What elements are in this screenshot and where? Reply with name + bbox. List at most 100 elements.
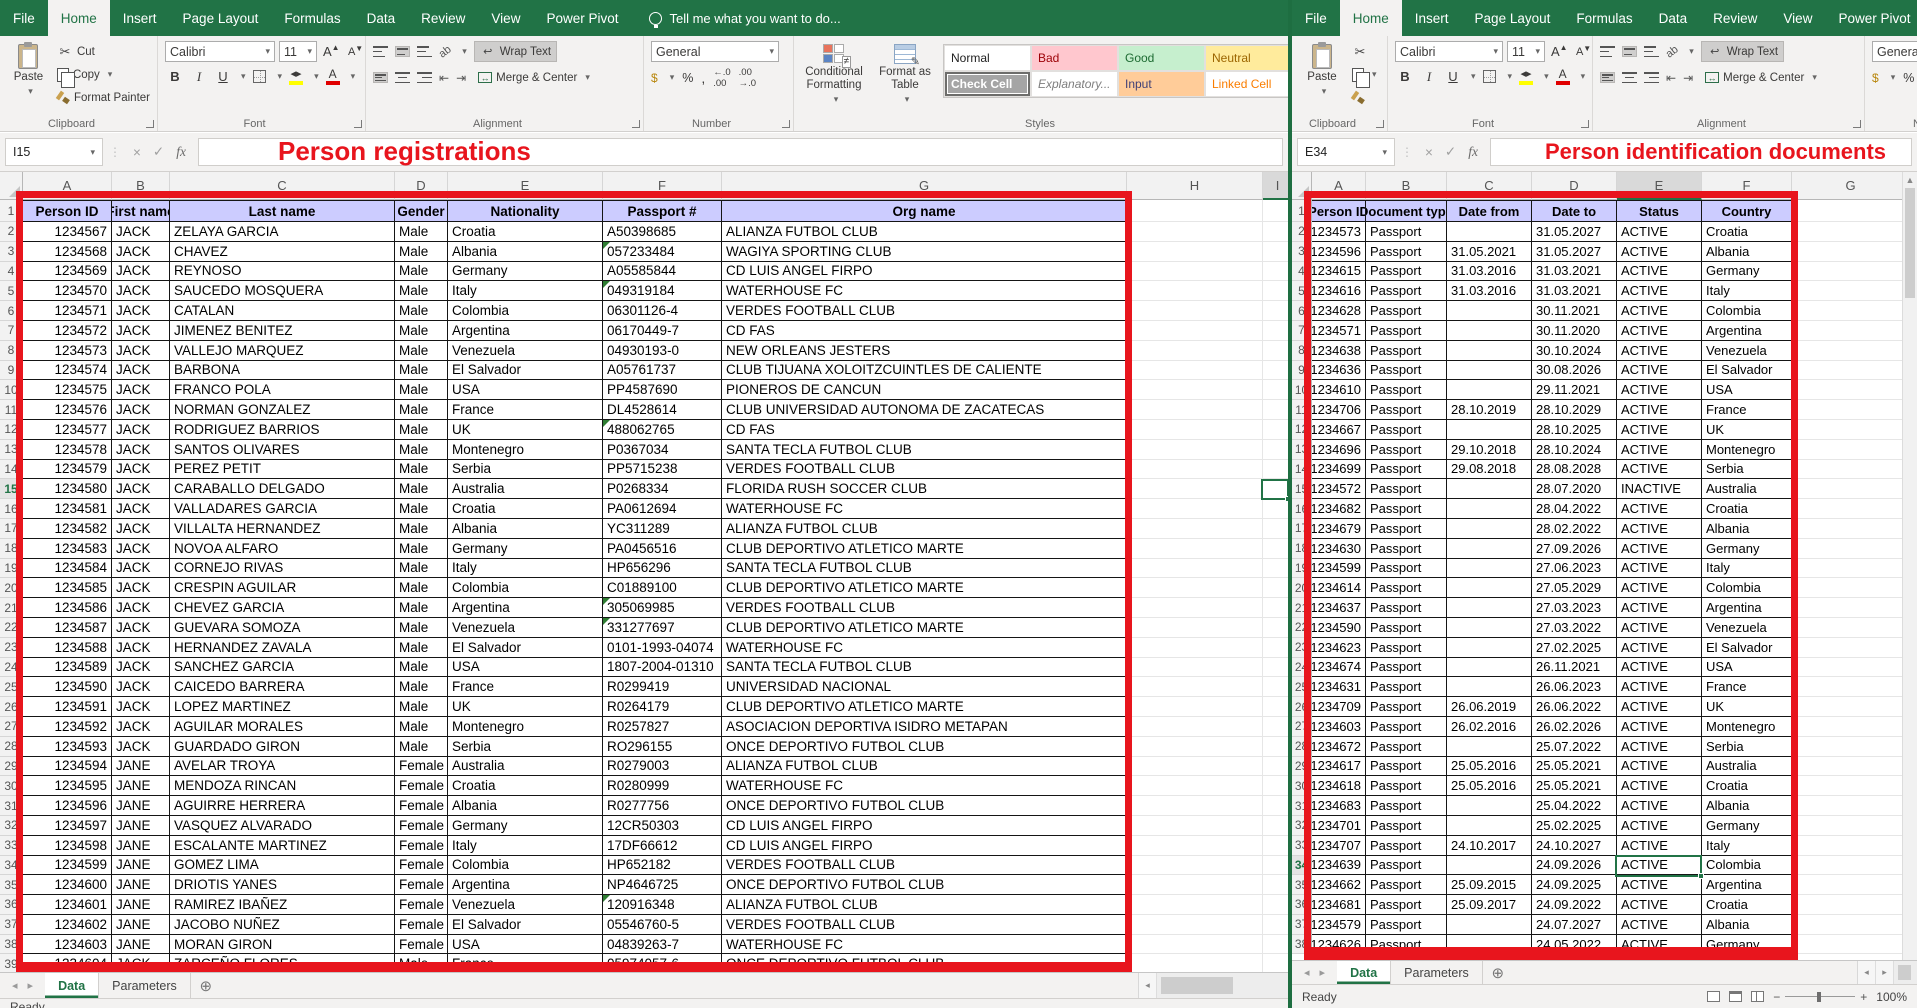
spreadsheet-cell[interactable]: WATERHOUSE FC bbox=[722, 638, 1127, 658]
row-number-11[interactable]: 11 bbox=[0, 400, 23, 420]
spreadsheet-cell[interactable]: MORAN GIRON bbox=[170, 935, 395, 955]
spreadsheet-cell[interactable]: 1234580 bbox=[23, 479, 112, 499]
row-number-13[interactable]: 13 bbox=[0, 440, 23, 460]
spreadsheet-cell[interactable]: 24.10.2027 bbox=[1532, 836, 1617, 856]
spreadsheet-cell[interactable]: SANTA TECLA FUTBOL CLUB bbox=[722, 440, 1127, 460]
spreadsheet-cell[interactable]: 30.08.2026 bbox=[1532, 361, 1617, 381]
empty-cell[interactable] bbox=[1263, 380, 1288, 400]
spreadsheet-cell[interactable]: ALIANZA FUTBOL CLUB bbox=[722, 757, 1127, 777]
empty-cell[interactable] bbox=[1127, 479, 1263, 499]
spreadsheet-cell[interactable]: JACK bbox=[112, 519, 170, 539]
row-number-8[interactable]: 8 bbox=[0, 341, 23, 361]
orientation-caret-icon[interactable]: ▾ bbox=[462, 46, 467, 57]
spreadsheet-cell[interactable] bbox=[1447, 361, 1532, 381]
new-sheet-button[interactable]: ⊕ bbox=[191, 973, 221, 998]
empty-cell[interactable] bbox=[1792, 697, 1910, 717]
empty-cell[interactable] bbox=[1792, 796, 1910, 816]
sheet-tab-data[interactable]: Data bbox=[45, 973, 99, 998]
empty-cell[interactable] bbox=[1263, 321, 1288, 341]
spreadsheet-cell[interactable]: 30.10.2024 bbox=[1532, 341, 1617, 361]
row-number-21[interactable]: 21 bbox=[1292, 598, 1312, 618]
spreadsheet-cell[interactable]: ACTIVE bbox=[1617, 796, 1702, 816]
spreadsheet-cell[interactable]: CRESPIN AGUILAR bbox=[170, 578, 395, 598]
empty-cell[interactable] bbox=[1792, 717, 1910, 737]
ribbon-tab-formulas[interactable]: Formulas bbox=[271, 0, 353, 36]
spreadsheet-cell[interactable]: JACK bbox=[112, 559, 170, 579]
spreadsheet-cell[interactable]: NP4646725 bbox=[603, 875, 722, 895]
scroll-up-icon[interactable]: ▲ bbox=[1903, 172, 1917, 188]
spreadsheet-cell[interactable]: ACTIVE bbox=[1617, 578, 1702, 598]
spreadsheet-cell[interactable]: 1234569 bbox=[23, 262, 112, 282]
clipboard-dialog-launcher[interactable] bbox=[1376, 120, 1384, 128]
spreadsheet-cell[interactable]: 24.09.2026 bbox=[1532, 856, 1617, 876]
spreadsheet-cell[interactable]: ASOCIACION DEPORTIVA ISIDRO METAPAN bbox=[722, 717, 1127, 737]
spreadsheet-cell[interactable] bbox=[1447, 559, 1532, 579]
spreadsheet-cell[interactable]: 0101-1993-04074 bbox=[603, 638, 722, 658]
wrap-text-button[interactable]: ↩ Wrap Text bbox=[1701, 41, 1784, 62]
spreadsheet-cell[interactable]: VERDES FOOTBALL CLUB bbox=[722, 460, 1127, 480]
empty-cell[interactable] bbox=[1792, 915, 1910, 935]
row-number-21[interactable]: 21 bbox=[0, 598, 23, 618]
empty-cell[interactable] bbox=[1263, 242, 1288, 262]
spreadsheet-cell[interactable]: ACTIVE bbox=[1617, 499, 1702, 519]
row-number-1[interactable]: 1 bbox=[0, 200, 23, 222]
spreadsheet-cell[interactable]: 06301126-4 bbox=[603, 301, 722, 321]
spreadsheet-cell[interactable]: Male bbox=[395, 222, 448, 242]
spreadsheet-cell[interactable]: Male bbox=[395, 578, 448, 598]
spreadsheet-cell[interactable]: Serbia bbox=[1702, 460, 1792, 480]
spreadsheet-cell[interactable] bbox=[1447, 321, 1532, 341]
spreadsheet-cell[interactable]: PP4587690 bbox=[603, 380, 722, 400]
spreadsheet-cell[interactable]: Passport bbox=[1366, 638, 1447, 658]
spreadsheet-cell[interactable]: Male bbox=[395, 361, 448, 381]
row-number-29[interactable]: 29 bbox=[1292, 757, 1312, 777]
empty-cell[interactable] bbox=[1127, 262, 1263, 282]
empty-cell[interactable] bbox=[1263, 578, 1288, 598]
spreadsheet-cell[interactable]: R0279003 bbox=[603, 757, 722, 777]
spreadsheet-cell[interactable] bbox=[1447, 638, 1532, 658]
column-header-cell[interactable]: Last name bbox=[170, 200, 395, 222]
spreadsheet-cell[interactable]: 1234672 bbox=[1312, 737, 1366, 757]
spreadsheet-cell[interactable]: Female bbox=[395, 796, 448, 816]
row-number-26[interactable]: 26 bbox=[1292, 697, 1312, 717]
row-number-20[interactable]: 20 bbox=[1292, 578, 1312, 598]
spreadsheet-cell[interactable]: ONCE DEPORTIVO FUTBOL CLUB bbox=[722, 737, 1127, 757]
spreadsheet-cell[interactable]: 1234601 bbox=[23, 895, 112, 915]
spreadsheet-cell[interactable]: Passport bbox=[1366, 519, 1447, 539]
spreadsheet-cell[interactable]: 1234667 bbox=[1312, 420, 1366, 440]
spreadsheet-cell[interactable]: Croatia bbox=[1702, 776, 1792, 796]
spreadsheet-cell[interactable]: JACK bbox=[112, 479, 170, 499]
spreadsheet-cell[interactable]: Argentina bbox=[448, 598, 603, 618]
column-letter-F[interactable]: F bbox=[603, 172, 722, 200]
spreadsheet-cell[interactable]: 31.05.2021 bbox=[1447, 242, 1532, 262]
ribbon-tab-file[interactable]: File bbox=[0, 0, 48, 36]
spreadsheet-cell[interactable]: JACK bbox=[112, 598, 170, 618]
spreadsheet-cell[interactable]: 1234596 bbox=[23, 796, 112, 816]
ribbon-tab-data[interactable]: Data bbox=[354, 0, 409, 36]
row-number-19[interactable]: 19 bbox=[0, 559, 23, 579]
row-number-7[interactable]: 7 bbox=[1292, 321, 1312, 341]
spreadsheet-cell[interactable]: Passport bbox=[1366, 341, 1447, 361]
spreadsheet-cell[interactable]: 1234594 bbox=[23, 757, 112, 777]
spreadsheet-cell[interactable]: ACTIVE bbox=[1617, 895, 1702, 915]
spreadsheet-cell[interactable]: JACK bbox=[112, 341, 170, 361]
spreadsheet-cell[interactable]: 24.10.2017 bbox=[1447, 836, 1532, 856]
row-number-9[interactable]: 9 bbox=[0, 361, 23, 381]
row-number-24[interactable]: 24 bbox=[0, 658, 23, 678]
spreadsheet-cell[interactable]: Albania bbox=[448, 796, 603, 816]
empty-cell[interactable] bbox=[1127, 440, 1263, 460]
column-header-cell[interactable]: Nationality bbox=[448, 200, 603, 222]
spreadsheet-cell[interactable]: 1234592 bbox=[23, 717, 112, 737]
spreadsheet-cell[interactable]: Croatia bbox=[1702, 499, 1792, 519]
spreadsheet-cell[interactable]: Australia bbox=[1702, 479, 1792, 499]
underline-button[interactable]: U bbox=[213, 66, 233, 87]
spreadsheet-cell[interactable]: CHEVEZ GARCIA bbox=[170, 598, 395, 618]
row-number-3[interactable]: 3 bbox=[1292, 242, 1312, 262]
percent-style-icon[interactable]: % bbox=[1903, 71, 1914, 85]
spreadsheet-cell[interactable]: DL4528614 bbox=[603, 400, 722, 420]
spreadsheet-cell[interactable]: ACTIVE bbox=[1617, 420, 1702, 440]
spreadsheet-cell[interactable]: Italy bbox=[448, 836, 603, 856]
select-all-corner[interactable] bbox=[0, 172, 23, 200]
spreadsheet-cell[interactable] bbox=[1447, 658, 1532, 678]
align-bottom-icon[interactable] bbox=[417, 46, 432, 57]
row-number-28[interactable]: 28 bbox=[0, 737, 23, 757]
